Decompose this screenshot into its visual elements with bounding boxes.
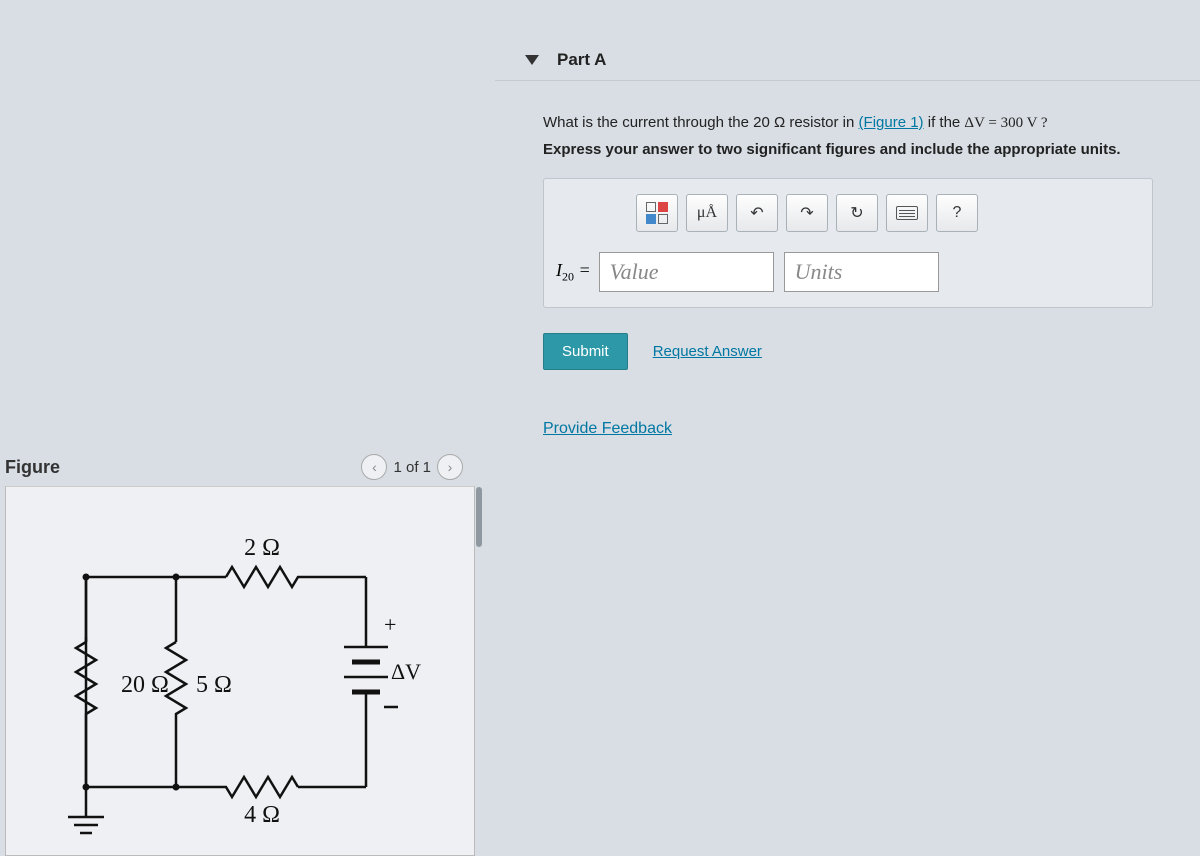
template-icon: [646, 202, 668, 224]
instruction-text: Express your answer to two significant f…: [543, 141, 1190, 158]
variable-label: I20 =: [556, 260, 591, 285]
value-input[interactable]: Value: [599, 252, 774, 292]
figure-panel: Figure ‹ 1 of 1 ›: [5, 448, 475, 856]
scrollbar-handle[interactable]: [476, 487, 482, 547]
help-button[interactable]: ?: [936, 194, 978, 232]
units-placeholder: Units: [795, 259, 843, 285]
part-header[interactable]: Part A: [495, 40, 1200, 81]
keyboard-button[interactable]: [886, 194, 928, 232]
figure-counter: 1 of 1: [393, 459, 431, 476]
redo-button[interactable]: ↷: [786, 194, 828, 232]
toolbar: μÅ ↶ ↷ ↻ ?: [636, 194, 1140, 232]
question-fragment: What is the current through the 20 Ω res…: [543, 114, 859, 131]
request-answer-link[interactable]: Request Answer: [653, 343, 762, 360]
keyboard-icon: [896, 206, 918, 220]
undo-icon: ↶: [750, 203, 763, 223]
part-title: Part A: [557, 50, 606, 70]
figure-prev-button[interactable]: ‹: [361, 454, 387, 480]
svg-text:ΔV: ΔV: [391, 659, 421, 684]
figure-title: Figure: [5, 457, 60, 478]
units-input[interactable]: Units: [784, 252, 939, 292]
figure-next-button[interactable]: ›: [437, 454, 463, 480]
delta-expression: ΔV = 300 V ?: [964, 115, 1047, 131]
answer-box: μÅ ↶ ↷ ↻ ? I20 =: [543, 178, 1153, 308]
figure-link[interactable]: (Figure 1): [859, 114, 924, 131]
svg-text:+: +: [384, 612, 396, 637]
question-fragment: if the: [924, 114, 965, 131]
units-picker-button[interactable]: μÅ: [686, 194, 728, 232]
figure-body: 2 Ω 20 Ω 5 Ω 4 Ω + ΔV: [5, 486, 475, 856]
reset-button[interactable]: ↻: [836, 194, 878, 232]
provide-feedback-link[interactable]: Provide Feedback: [543, 420, 1190, 438]
svg-text:20 Ω: 20 Ω: [121, 672, 169, 698]
value-placeholder: Value: [610, 259, 659, 285]
submit-button[interactable]: Submit: [543, 333, 628, 370]
svg-text:2 Ω: 2 Ω: [244, 535, 280, 561]
collapse-icon: [525, 55, 539, 65]
units-label: μÅ: [697, 204, 717, 222]
question-text: What is the current through the 20 Ω res…: [543, 111, 1190, 135]
help-icon: ?: [953, 204, 962, 222]
undo-button[interactable]: ↶: [736, 194, 778, 232]
circuit-diagram: 2 Ω 20 Ω 5 Ω 4 Ω + ΔV: [26, 507, 436, 837]
template-button[interactable]: [636, 194, 678, 232]
reset-icon: ↻: [850, 203, 863, 223]
svg-text:5 Ω: 5 Ω: [196, 672, 232, 698]
svg-text:4 Ω: 4 Ω: [244, 802, 280, 828]
redo-icon: ↷: [800, 203, 813, 223]
